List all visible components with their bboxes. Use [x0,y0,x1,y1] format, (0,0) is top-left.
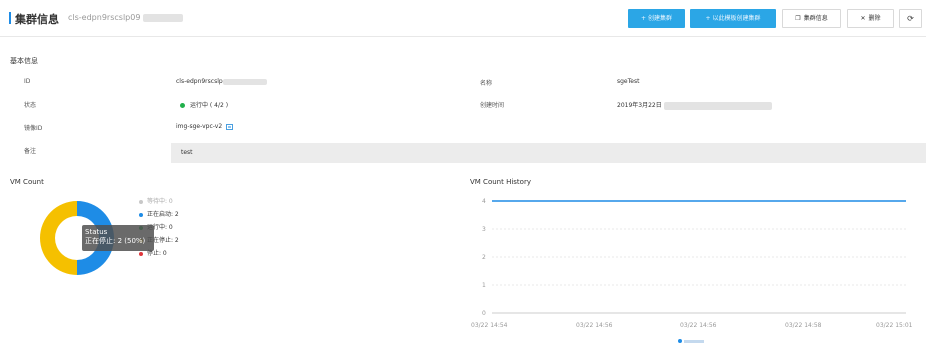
y-tick-0: 0 [482,310,486,317]
history-legend [678,338,708,343]
vm-count-history-chart[interactable] [0,0,926,343]
x-tick-4: 03/22 15:01 [876,322,913,329]
x-tick-2: 03/22 14:56 [680,322,717,329]
y-tick-3: 3 [482,226,486,233]
x-tick-3: 03/22 14:58 [785,322,822,329]
x-tick-0: 03/22 14:54 [471,322,508,329]
history-legend-dot [678,339,682,343]
y-tick-4: 4 [482,198,486,205]
y-tick-1: 1 [482,282,486,289]
y-tick-2: 2 [482,254,486,261]
x-tick-1: 03/22 14:56 [576,322,613,329]
